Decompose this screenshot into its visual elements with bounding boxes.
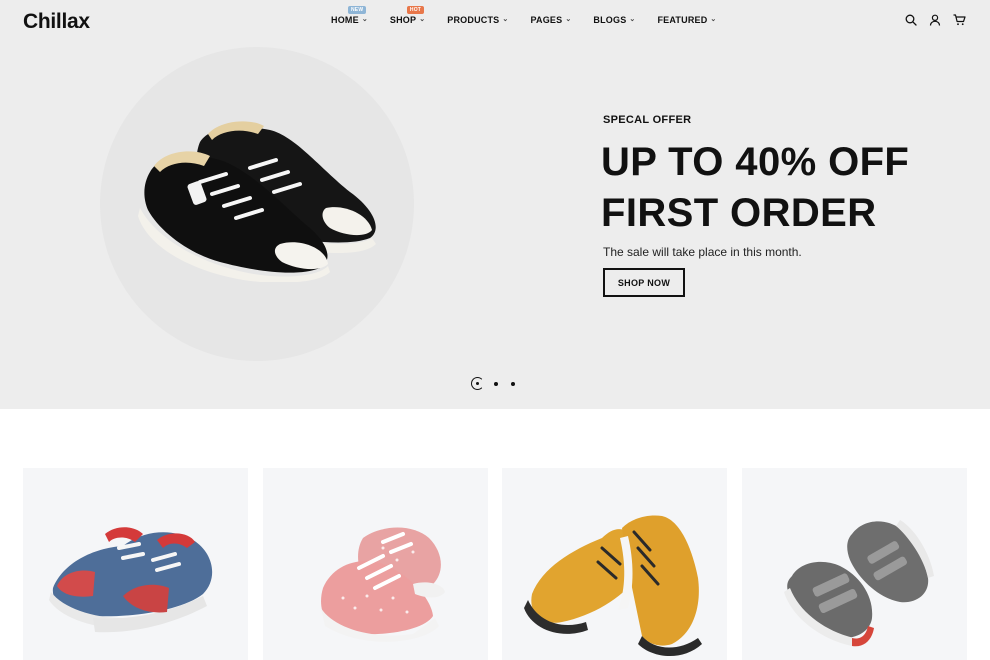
pink-polka-dot-sneaker-image — [321, 527, 445, 642]
hero-title-line2: FIRST ORDER — [601, 191, 877, 235]
nav-shop[interactable]: SHOP ⌄ HOT — [389, 6, 426, 25]
chevron-down-icon: ⌄ — [710, 16, 717, 23]
main-nav: HOME ⌄ NEW SHOP ⌄ HOT PRODUCTS ⌄ PAGES ⌄… — [331, 6, 739, 25]
chevron-down-icon: ⌄ — [565, 16, 572, 23]
hero-title-line1: UP TO 40% OFF — [601, 140, 910, 184]
chevron-down-icon: ⌄ — [361, 16, 368, 23]
nav-featured[interactable]: FEATURED ⌄ — [657, 15, 716, 25]
nav-products[interactable]: PRODUCTS ⌄ — [447, 15, 508, 25]
slide-dot-2[interactable] — [494, 381, 498, 386]
user-icon[interactable] — [928, 13, 942, 27]
chevron-down-icon: ⌄ — [629, 16, 636, 23]
hot-badge: HOT — [406, 6, 425, 14]
hero-sneakers-image — [138, 121, 376, 282]
header-actions — [894, 13, 966, 27]
nav-products-label: PRODUCTS — [447, 15, 500, 25]
slide-dot-3[interactable] — [511, 381, 515, 386]
offer-label: SPECAL OFFER — [603, 114, 692, 126]
nav-blogs[interactable]: BLOGS ⌄ — [593, 15, 635, 25]
nav-home-label: HOME — [331, 15, 359, 25]
chevron-down-icon: ⌄ — [419, 16, 426, 23]
hero-subtitle: The sale will take place in this month. — [603, 245, 802, 259]
hero-title: UP TO 40% OFF FIRST ORDER — [601, 137, 909, 239]
chevron-down-icon: ⌄ — [502, 16, 509, 23]
product-card-1[interactable] — [23, 468, 248, 660]
shop-now-button[interactable]: SHOP NOW — [603, 268, 685, 297]
nav-pages-label: PAGES — [530, 15, 563, 25]
product-card-3[interactable] — [502, 468, 727, 660]
cart-icon[interactable] — [952, 13, 966, 27]
product-card-4[interactable] — [742, 468, 967, 660]
slider-pagination — [471, 377, 528, 390]
nav-shop-label: SHOP — [389, 15, 417, 25]
nav-featured-label: FEATURED — [657, 15, 708, 25]
product-card-2[interactable] — [263, 468, 488, 660]
hero-banner: Chillax HOME ⌄ NEW SHOP ⌄ HOT PRODUCTS ⌄… — [0, 0, 990, 409]
nav-blogs-label: BLOGS — [593, 15, 627, 25]
nav-pages[interactable]: PAGES ⌄ — [530, 15, 571, 25]
slide-dot-1-active[interactable] — [471, 377, 484, 390]
nav-home[interactable]: HOME ⌄ NEW — [331, 6, 368, 25]
gray-velcro-sneakers-image — [784, 520, 934, 647]
search-icon[interactable] — [904, 13, 918, 27]
baby-denim-sneaker-image — [49, 527, 213, 633]
yellow-leather-boots-image — [524, 515, 702, 657]
site-logo[interactable]: Chillax — [23, 10, 90, 34]
new-badge: NEW — [348, 6, 367, 14]
